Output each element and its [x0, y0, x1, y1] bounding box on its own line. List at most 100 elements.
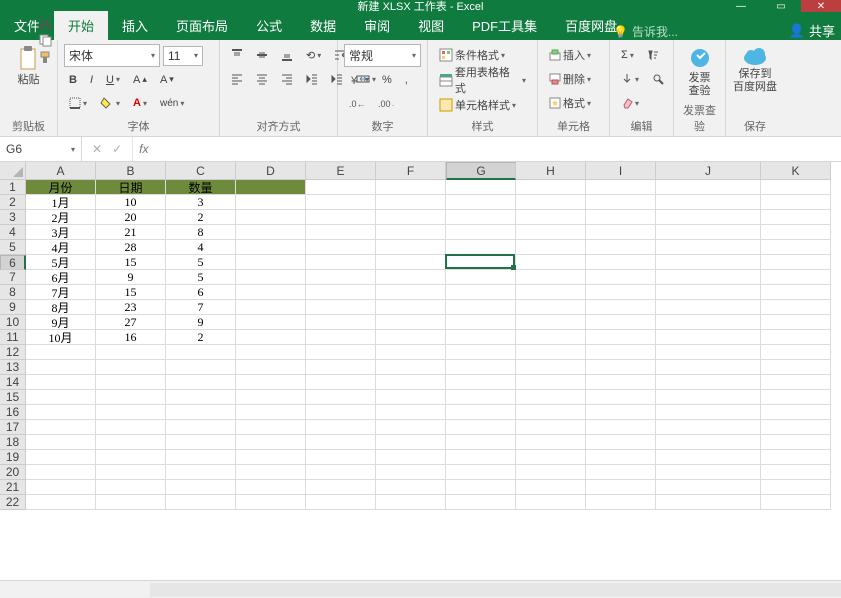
- cell-I18[interactable]: [586, 435, 656, 450]
- cell-B10[interactable]: 27: [96, 315, 166, 330]
- cell-K14[interactable]: [761, 375, 831, 390]
- cell-K10[interactable]: [761, 315, 831, 330]
- fill-icon[interactable]: ▾: [616, 70, 644, 88]
- cell-E20[interactable]: [306, 465, 376, 480]
- decrease-decimal-icon[interactable]: .00→.0: [373, 95, 399, 111]
- find-select-icon[interactable]: [647, 70, 669, 88]
- cell-K21[interactable]: [761, 480, 831, 495]
- cell-D22[interactable]: [236, 495, 306, 510]
- row-header-17[interactable]: 17: [0, 420, 26, 435]
- border-button[interactable]: ▾: [64, 94, 92, 112]
- cell-C2[interactable]: 3: [166, 195, 236, 210]
- cell-D17[interactable]: [236, 420, 306, 435]
- cell-K3[interactable]: [761, 210, 831, 225]
- cell-J3[interactable]: [656, 210, 761, 225]
- cell-I15[interactable]: [586, 390, 656, 405]
- cell-G16[interactable]: [446, 405, 516, 420]
- cell-G7[interactable]: [446, 270, 516, 285]
- cell-C21[interactable]: [166, 480, 236, 495]
- italic-button[interactable]: I: [85, 71, 98, 89]
- cell-J10[interactable]: [656, 315, 761, 330]
- row-header-11[interactable]: 11: [0, 330, 26, 345]
- cell-F4[interactable]: [376, 225, 446, 240]
- align-middle-icon[interactable]: [251, 46, 273, 64]
- tab-公式[interactable]: 公式: [242, 11, 296, 40]
- cell-H6[interactable]: [516, 255, 586, 270]
- row-header-5[interactable]: 5: [0, 240, 26, 255]
- cell-F10[interactable]: [376, 315, 446, 330]
- cell-F22[interactable]: [376, 495, 446, 510]
- cell-E16[interactable]: [306, 405, 376, 420]
- tab-开始[interactable]: 开始: [54, 11, 108, 40]
- cell-A15[interactable]: [26, 390, 96, 405]
- cell-E18[interactable]: [306, 435, 376, 450]
- cell-K1[interactable]: [761, 180, 831, 195]
- align-left-icon[interactable]: [226, 70, 248, 88]
- col-header-E[interactable]: E: [306, 162, 376, 180]
- cell-K2[interactable]: [761, 195, 831, 210]
- cell-A21[interactable]: [26, 480, 96, 495]
- cell-J14[interactable]: [656, 375, 761, 390]
- cell-C5[interactable]: 4: [166, 240, 236, 255]
- cell-C6[interactable]: 5: [166, 255, 236, 270]
- cell-J5[interactable]: [656, 240, 761, 255]
- cell-I10[interactable]: [586, 315, 656, 330]
- cell-E21[interactable]: [306, 480, 376, 495]
- copy-icon[interactable]: [38, 33, 52, 47]
- cell-C3[interactable]: 2: [166, 210, 236, 225]
- decrease-font-icon[interactable]: A▾: [155, 71, 179, 89]
- cell-F18[interactable]: [376, 435, 446, 450]
- cell-D20[interactable]: [236, 465, 306, 480]
- cell-K19[interactable]: [761, 450, 831, 465]
- cell-H10[interactable]: [516, 315, 586, 330]
- cell-D10[interactable]: [236, 315, 306, 330]
- col-header-I[interactable]: I: [586, 162, 656, 180]
- cell-F2[interactable]: [376, 195, 446, 210]
- cell-C22[interactable]: [166, 495, 236, 510]
- cell-J22[interactable]: [656, 495, 761, 510]
- tab-页面布局[interactable]: 页面布局: [162, 11, 242, 40]
- row-header-21[interactable]: 21: [0, 480, 26, 495]
- cell-E2[interactable]: [306, 195, 376, 210]
- cell-H9[interactable]: [516, 300, 586, 315]
- cell-F15[interactable]: [376, 390, 446, 405]
- cell-F1[interactable]: [376, 180, 446, 195]
- cell-I20[interactable]: [586, 465, 656, 480]
- cell-B20[interactable]: [96, 465, 166, 480]
- cell-B9[interactable]: 23: [96, 300, 166, 315]
- cell-E11[interactable]: [306, 330, 376, 345]
- row-header-1[interactable]: 1: [0, 180, 26, 195]
- cell-H15[interactable]: [516, 390, 586, 405]
- cell-D13[interactable]: [236, 360, 306, 375]
- cell-J7[interactable]: [656, 270, 761, 285]
- cell-K8[interactable]: [761, 285, 831, 300]
- horizontal-scrollbar[interactable]: [0, 580, 841, 598]
- cell-A11[interactable]: 10月: [26, 330, 96, 345]
- row-header-6[interactable]: 6: [0, 255, 26, 270]
- cell-K17[interactable]: [761, 420, 831, 435]
- cell-B11[interactable]: 16: [96, 330, 166, 345]
- align-right-icon[interactable]: [276, 70, 298, 88]
- cell-E7[interactable]: [306, 270, 376, 285]
- cell-C15[interactable]: [166, 390, 236, 405]
- cell-F8[interactable]: [376, 285, 446, 300]
- orientation-icon[interactable]: ⟲▾: [301, 46, 326, 65]
- row-header-9[interactable]: 9: [0, 300, 26, 315]
- percent-format-icon[interactable]: %: [377, 71, 397, 89]
- cell-F19[interactable]: [376, 450, 446, 465]
- cell-J2[interactable]: [656, 195, 761, 210]
- cell-K20[interactable]: [761, 465, 831, 480]
- maximize-icon[interactable]: ▭: [761, 0, 801, 12]
- row-header-14[interactable]: 14: [0, 375, 26, 390]
- cell-G3[interactable]: [446, 210, 516, 225]
- cell-C17[interactable]: [166, 420, 236, 435]
- cell-A16[interactable]: [26, 405, 96, 420]
- cell-E19[interactable]: [306, 450, 376, 465]
- cell-G21[interactable]: [446, 480, 516, 495]
- decrease-indent-icon[interactable]: [301, 70, 323, 88]
- cell-J4[interactable]: [656, 225, 761, 240]
- cell-I19[interactable]: [586, 450, 656, 465]
- cell-K13[interactable]: [761, 360, 831, 375]
- cell-E3[interactable]: [306, 210, 376, 225]
- cell-H4[interactable]: [516, 225, 586, 240]
